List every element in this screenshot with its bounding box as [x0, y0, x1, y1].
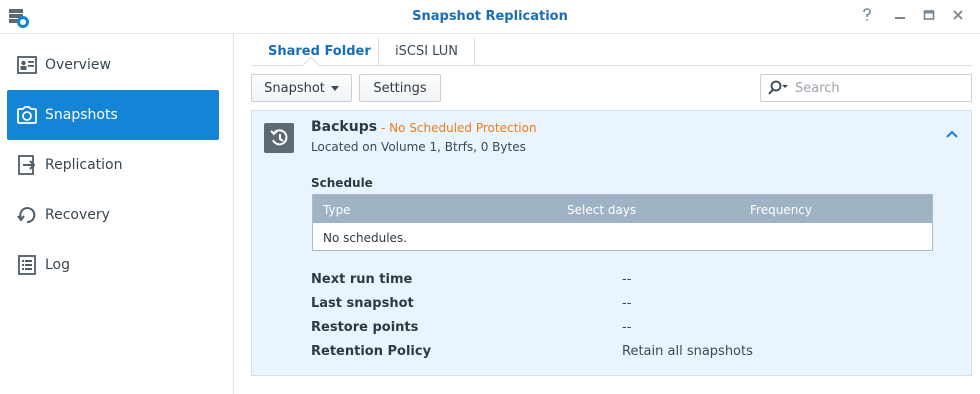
snapshot-dropdown-button[interactable]: Snapshot	[251, 74, 352, 102]
column-header-select-days[interactable]: Select days	[567, 203, 636, 217]
column-header-frequency[interactable]: Frequency	[750, 203, 812, 217]
sidebar-item-label: Replication	[45, 157, 123, 173]
empty-table-message: No schedules.	[323, 231, 407, 245]
maximize-icon[interactable]	[920, 8, 938, 26]
schedule-table: Type Select days Frequency No schedules.	[312, 194, 933, 251]
close-icon[interactable]	[949, 8, 967, 26]
sidebar-item-log[interactable]: Log	[7, 240, 219, 290]
window-title: Snapshot Replication	[412, 9, 568, 24]
tab-bar: Shared Folder iSCSI LUN	[252, 34, 972, 74]
sidebar: Overview Snapshots Replication Recovery …	[0, 34, 234, 394]
column-header-type[interactable]: Type	[323, 203, 351, 217]
settings-button[interactable]: Settings	[359, 74, 441, 102]
snapshot-button-label: Snapshot	[264, 80, 325, 96]
search-icon[interactable]	[767, 80, 789, 96]
next-run-time-label: Next run time	[311, 272, 413, 287]
retention-policy-value: Retain all snapshots	[622, 344, 753, 359]
minimize-icon[interactable]	[891, 8, 909, 26]
overview-icon	[16, 54, 38, 76]
search-input[interactable]	[795, 80, 955, 96]
folder-name: Backups	[311, 119, 378, 135]
recovery-icon	[16, 204, 38, 226]
sidebar-item-snapshots[interactable]: Snapshots	[7, 90, 219, 140]
sidebar-item-recovery[interactable]: Recovery	[7, 190, 219, 240]
sidebar-item-label: Snapshots	[45, 107, 118, 123]
title-bar: Snapshot Replication	[0, 0, 980, 34]
next-run-time-value: --	[622, 272, 632, 287]
replication-icon	[16, 154, 38, 176]
log-icon	[16, 254, 38, 276]
sidebar-item-label: Recovery	[45, 207, 110, 223]
search-box	[760, 74, 972, 102]
help-icon[interactable]	[858, 8, 876, 26]
restore-points-value: --	[622, 320, 632, 335]
restore-points-label: Restore points	[311, 320, 419, 335]
retention-policy-label: Retention Policy	[311, 344, 432, 359]
tab-iscsi-lun[interactable]: iSCSI LUN	[378, 38, 475, 65]
chevron-up-icon[interactable]	[943, 125, 961, 143]
shared-folder-panel: Backups - No Scheduled Protection Locate…	[251, 110, 972, 376]
sidebar-item-label: Overview	[45, 57, 111, 73]
sidebar-item-overview[interactable]: Overview	[7, 40, 219, 90]
schedule-table-header: Type Select days Frequency	[313, 195, 932, 223]
last-snapshot-label: Last snapshot	[311, 296, 414, 311]
app-window: Snapshot Replication Overview Snapshots	[0, 0, 980, 394]
last-snapshot-value: --	[622, 296, 632, 311]
folder-location: Located on Volume 1, Btrfs, 0 Bytes	[311, 140, 526, 154]
camera-icon	[16, 104, 38, 126]
tab-shared-folder[interactable]: Shared Folder	[252, 38, 387, 65]
protection-status: - No Scheduled Protection	[381, 121, 537, 135]
sidebar-item-replication[interactable]: Replication	[7, 140, 219, 190]
chevron-down-icon	[330, 85, 339, 91]
schedule-heading: Schedule	[311, 176, 373, 190]
history-icon	[264, 123, 294, 153]
sidebar-item-label: Log	[45, 257, 71, 273]
